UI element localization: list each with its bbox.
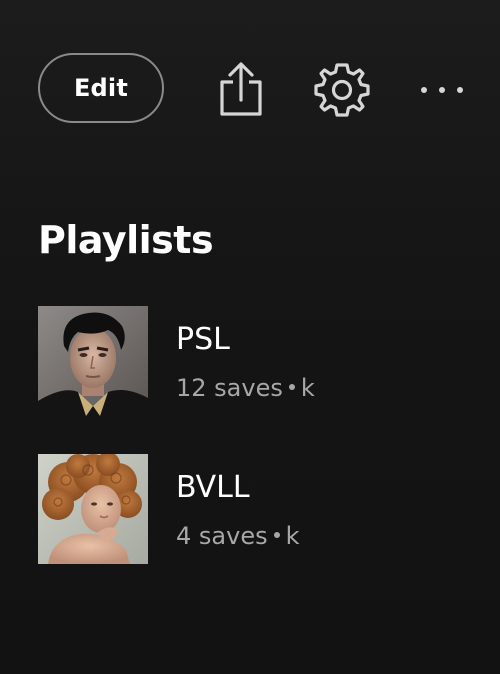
playlist-owner: k [285,522,300,550]
playlists-heading: Playlists [38,218,214,262]
playlist-item-psl[interactable]: PSL 12 saves k [38,306,478,416]
playlist-saves: 4 saves [176,522,268,550]
playlist-meta: 4 saves k [176,522,300,550]
gear-icon [314,63,370,117]
separator-dot [273,532,280,538]
settings-button[interactable] [310,58,374,122]
playlist-thumbnail [38,454,148,564]
playlist-name: PSL [176,322,230,357]
playlist-name: BVLL [176,470,250,505]
share-button[interactable] [210,58,272,120]
playlist-thumbnail [38,306,148,416]
playlist-saves: 12 saves [176,374,283,402]
playlist-owner: k [300,374,315,402]
playlist-meta: 12 saves k [176,374,315,402]
playlist-item-bvll[interactable]: BVLL 4 saves k [38,454,478,564]
more-options-button[interactable] [412,70,472,110]
share-icon [220,62,262,116]
separator-dot [288,384,295,390]
edit-button[interactable]: Edit [38,53,164,123]
more-options-icon [421,87,463,93]
